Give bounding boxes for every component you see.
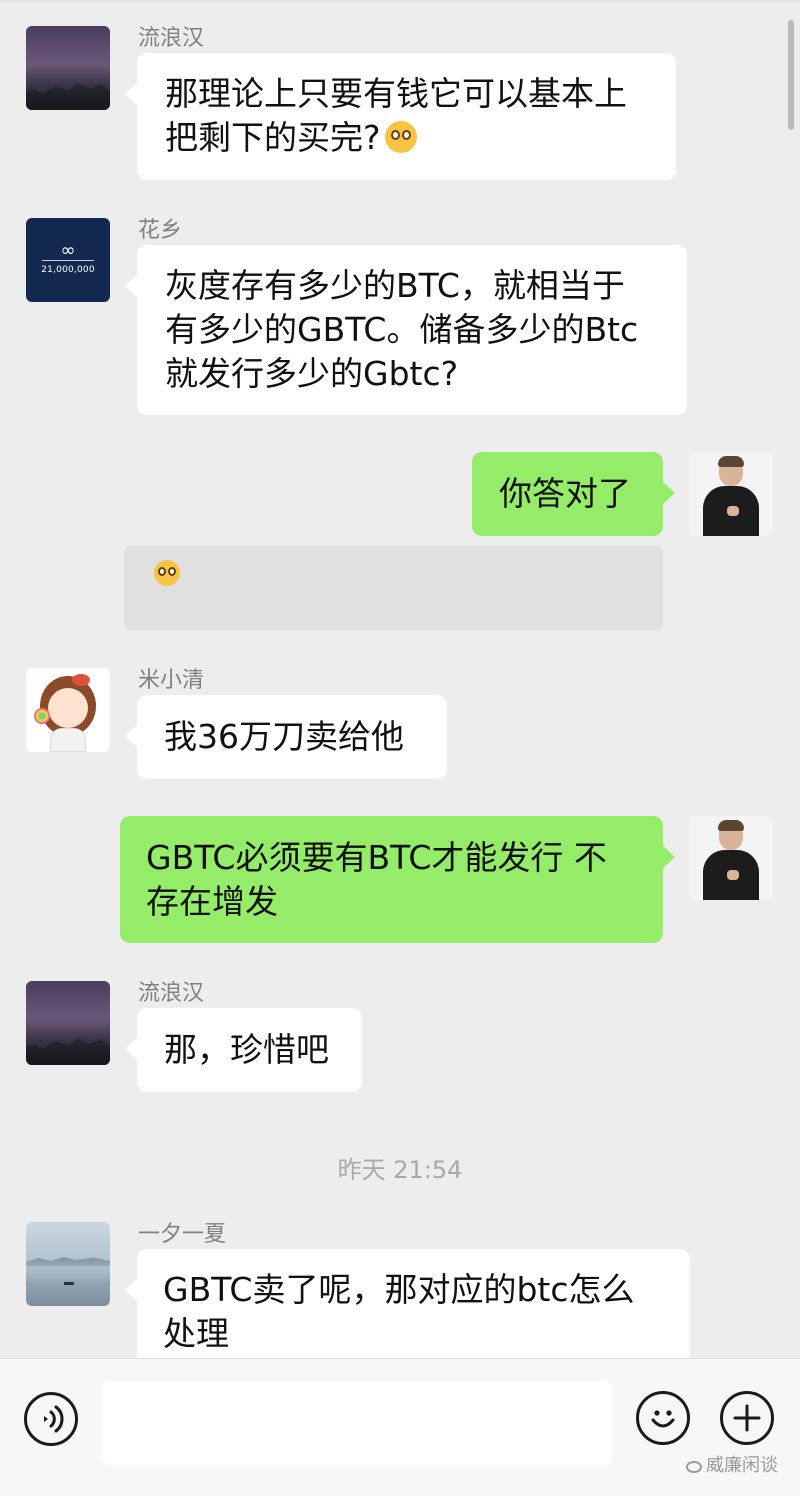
message-line: 把剩下的买完? <box>165 118 381 157</box>
avatar-image <box>64 1282 74 1285</box>
avatar-mixiaoqing[interactable] <box>26 668 110 752</box>
plus-button[interactable] <box>720 1391 774 1445</box>
divider <box>0 0 800 2</box>
message-line: 你答对了 <box>499 474 631 513</box>
message-bubble[interactable]: 灰度存有多少的BTC，就相当于 有多少的GBTC。储备多少的Btc 就发行多少的… <box>125 245 687 415</box>
message-bubble[interactable]: 那，珍惜吧 <box>125 1008 362 1092</box>
avatar-image <box>727 506 739 516</box>
message-line: 我36万刀卖给他 <box>164 717 404 756</box>
message-bubble[interactable]: 我36万刀卖给他 <box>125 695 447 779</box>
avatar-image <box>48 688 88 728</box>
message-bubble[interactable]: GBTC卖了呢，那对应的btc怎么 处理 <box>125 1249 690 1358</box>
avatar-image <box>50 728 86 752</box>
avatar-image <box>72 674 90 686</box>
avatar-image <box>718 820 744 831</box>
message-line: GBTC必须要有BTC才能发行 不 <box>146 838 607 877</box>
message-line: 那，珍惜吧 <box>164 1030 329 1069</box>
flushed-face-icon <box>384 121 417 153</box>
timestamp: 昨天 21:54 <box>337 1156 463 1184</box>
infinity-symbol: ∞ <box>60 240 76 261</box>
message-line: 有多少的GBTC。储备多少的Btc <box>165 310 639 349</box>
avatar-huaxiang[interactable]: ∞ 21,000,000 <box>26 218 110 302</box>
sender-name: 米小清 <box>138 668 205 693</box>
avatar-image <box>727 870 739 880</box>
chat-area[interactable]: 流浪汉 那理论上只要有钱它可以基本上 把剩下的买完? ∞ 21,000,000 … <box>0 0 800 1358</box>
avatar-image <box>26 1038 110 1065</box>
message-line: 就发行多少的Gbtc? <box>165 354 459 393</box>
avatar-image <box>34 708 50 724</box>
emoji-button[interactable] <box>636 1391 690 1445</box>
emoji-icon <box>651 1410 675 1428</box>
voice-button[interactable] <box>24 1392 78 1446</box>
message-bubble[interactable]: 那理论上只要有钱它可以基本上 把剩下的买完? <box>125 53 676 180</box>
flushed-face-icon <box>154 560 180 586</box>
wechat-official-icon <box>686 1461 702 1473</box>
watermark-text: 威廉闲谈 <box>706 1455 778 1476</box>
message-line: 那理论上只要有钱它可以基本上 <box>165 74 627 113</box>
avatar-divider <box>42 260 94 261</box>
sender-name: 一夕一夏 <box>138 1222 227 1247</box>
avatar-yixiyixia[interactable] <box>26 1222 110 1306</box>
message-input[interactable] <box>102 1381 612 1465</box>
sender-name: 流浪汉 <box>138 981 205 1006</box>
quoted-reply[interactable] <box>124 546 663 630</box>
avatar-self[interactable] <box>689 816 773 900</box>
message-bubble-outgoing[interactable]: GBTC必须要有BTC才能发行 不 存在增发 <box>120 816 675 943</box>
message-line: GBTC卖了呢，那对应的btc怎么 <box>163 1270 635 1309</box>
avatar-image <box>718 456 744 467</box>
message-line-with-emoji: 把剩下的买完? <box>165 116 648 160</box>
avatar-image <box>26 83 110 110</box>
sender-name: 花乡 <box>138 218 183 243</box>
message-line: 灰度存有多少的BTC，就相当于 <box>165 266 625 305</box>
sender-name: 流浪汉 <box>138 26 205 51</box>
watermark: 威廉闲谈 <box>686 1451 778 1477</box>
avatar-liulanghan[interactable] <box>26 981 110 1065</box>
message-bubble-outgoing[interactable]: 你答对了 <box>472 452 675 536</box>
message-line: 存在增发 <box>146 882 278 921</box>
plus-icon <box>733 1404 761 1432</box>
avatar-number: 21,000,000 <box>41 265 95 275</box>
avatar-liulanghan[interactable] <box>26 26 110 110</box>
input-bar: 威廉闲谈 <box>0 1358 800 1496</box>
voice-icon <box>44 1405 64 1433</box>
quote-line-with-emoji <box>150 554 637 592</box>
message-line: 处理 <box>163 1314 229 1353</box>
avatar-image <box>26 1257 110 1266</box>
scrollbar[interactable] <box>788 20 794 130</box>
avatar-self[interactable] <box>689 452 773 536</box>
